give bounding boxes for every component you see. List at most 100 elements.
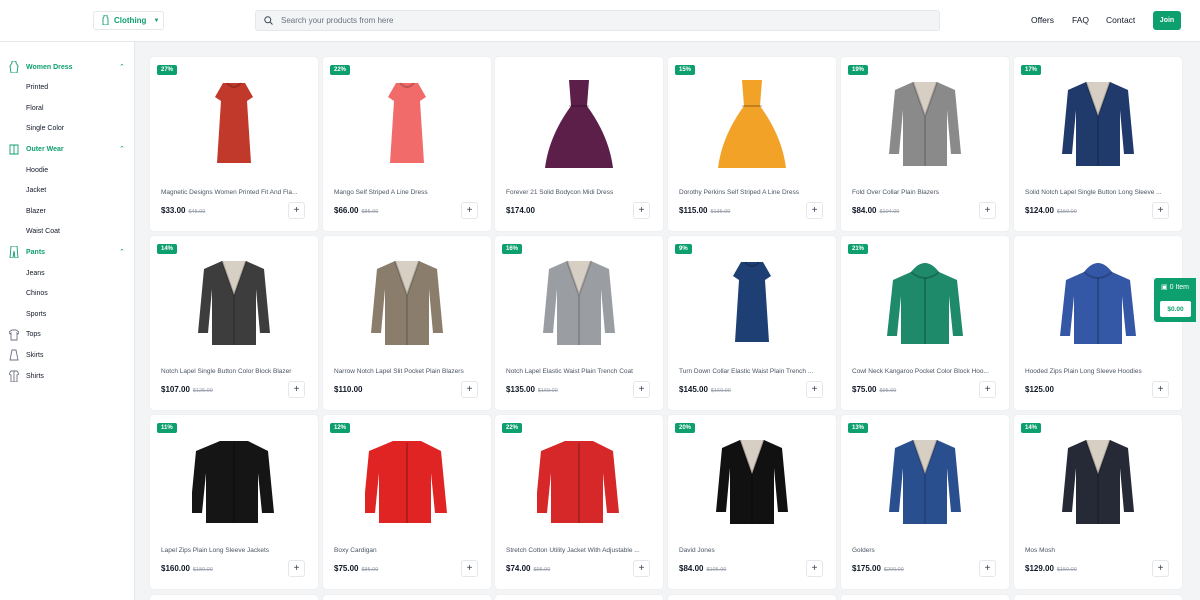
add-to-cart-button[interactable]: +: [633, 381, 650, 398]
sidebar-item-women-dress[interactable]: Women Dress ⌃: [0, 57, 135, 77]
product-image[interactable]: [1048, 427, 1148, 537]
sidebar-item-skirts[interactable]: Skirts: [0, 345, 135, 365]
add-to-cart-button[interactable]: +: [288, 202, 305, 219]
sidebar-item-outer-wear[interactable]: Outer Wear ⌃: [0, 139, 135, 159]
add-to-cart-button[interactable]: +: [1152, 202, 1169, 219]
product-card[interactable]: 27% Magnetic Designs Women Printed Fit An…: [150, 57, 318, 231]
product-card[interactable]: 16% Notch Lapel Elastic Waist Plain Trenc…: [495, 236, 663, 410]
product-card[interactable]: 14% Mos Mosh $129.00 $150.00 +: [1014, 415, 1182, 589]
add-to-cart-button[interactable]: +: [461, 560, 478, 577]
join-button[interactable]: Join: [1153, 11, 1181, 30]
product-image[interactable]: [702, 69, 802, 179]
cart-widget[interactable]: ▣ 0 Item $0.00: [1154, 278, 1196, 322]
product-name[interactable]: Fold Over Collar Plain Blazers: [852, 189, 1000, 196]
product-name[interactable]: Hooded Zips Plain Long Sleeve Hoodies: [1025, 368, 1173, 375]
product-card[interactable]: [1014, 595, 1182, 600]
sidebar-item-chinos[interactable]: Chinos: [0, 284, 135, 304]
add-to-cart-button[interactable]: +: [461, 381, 478, 398]
sidebar-item-blazer[interactable]: Blazer: [0, 201, 135, 221]
search-bar[interactable]: [255, 10, 940, 31]
sidebar-item-printed[interactable]: Printed: [0, 78, 135, 98]
product-card[interactable]: [323, 595, 491, 600]
product-card[interactable]: [150, 595, 318, 600]
product-name[interactable]: Stretch Cotton Utility Jacket With Adjus…: [506, 547, 654, 554]
add-to-cart-button[interactable]: +: [979, 381, 996, 398]
product-image[interactable]: [184, 69, 284, 179]
product-name[interactable]: Notch Lapel Single Button Color Block Bl…: [161, 368, 309, 375]
product-card[interactable]: 20% David Jones $84.00 $105.00 +: [668, 415, 836, 589]
add-to-cart-button[interactable]: +: [806, 560, 823, 577]
sidebar-item-pants[interactable]: Pants ⌃: [0, 242, 135, 262]
nav-faq[interactable]: FAQ: [1072, 15, 1089, 25]
product-image[interactable]: [1048, 69, 1148, 179]
product-card[interactable]: 14% Notch Lapel Single Button Color Block…: [150, 236, 318, 410]
product-name[interactable]: Turn Down Collar Elastic Waist Plain Tre…: [679, 368, 827, 375]
add-to-cart-button[interactable]: +: [633, 560, 650, 577]
add-to-cart-button[interactable]: +: [806, 202, 823, 219]
product-image[interactable]: [357, 69, 457, 179]
add-to-cart-button[interactable]: +: [1152, 381, 1169, 398]
add-to-cart-button[interactable]: +: [461, 202, 478, 219]
product-image[interactable]: [529, 69, 629, 179]
product-card[interactable]: [668, 595, 836, 600]
product-card[interactable]: 22% Mango Self Striped A Line Dress $66.00…: [323, 57, 491, 231]
product-name[interactable]: Mango Self Striped A Line Dress: [334, 189, 482, 196]
category-selector[interactable]: Clothing ▼: [93, 11, 164, 30]
sidebar-item-floral[interactable]: Floral: [0, 98, 135, 118]
product-card[interactable]: 17% Solid Notch Lapel Single Button Long …: [1014, 57, 1182, 231]
product-card[interactable]: Narrow Notch Lapel Slit Pocket Plain Bla…: [323, 236, 491, 410]
add-to-cart-button[interactable]: +: [806, 381, 823, 398]
product-card[interactable]: 12% Boxy Cardigan $75.00 $85.00 +: [323, 415, 491, 589]
product-name[interactable]: Forever 21 Solid Bodycon Midi Dress: [506, 189, 654, 196]
product-image[interactable]: [529, 427, 629, 537]
add-to-cart-button[interactable]: +: [633, 202, 650, 219]
sidebar-item-sports[interactable]: Sports: [0, 304, 135, 324]
product-image[interactable]: [357, 427, 457, 537]
product-image[interactable]: [702, 248, 802, 358]
product-card[interactable]: 15% Dorothy Perkins Self Striped A Line D…: [668, 57, 836, 231]
product-card[interactable]: 9% Turn Down Collar Elastic Waist Plain T…: [668, 236, 836, 410]
product-card[interactable]: [841, 595, 1009, 600]
sidebar-item-waist-coat[interactable]: Waist Coat: [0, 222, 135, 242]
product-name[interactable]: Narrow Notch Lapel Slit Pocket Plain Bla…: [334, 368, 482, 375]
sidebar-item-shirts[interactable]: Shirts: [0, 366, 135, 386]
add-to-cart-button[interactable]: +: [979, 202, 996, 219]
chevron-up-icon[interactable]: ⌃: [119, 145, 125, 153]
product-card[interactable]: Hooded Zips Plain Long Sleeve Hoodies $12…: [1014, 236, 1182, 410]
product-name[interactable]: Golders: [852, 547, 1000, 554]
nav-offers[interactable]: Offers: [1031, 15, 1054, 25]
product-name[interactable]: Mos Mosh: [1025, 547, 1173, 554]
product-image[interactable]: [875, 69, 975, 179]
add-to-cart-button[interactable]: +: [288, 381, 305, 398]
product-card[interactable]: [495, 595, 663, 600]
chevron-up-icon[interactable]: ⌃: [119, 63, 125, 71]
product-image[interactable]: [702, 427, 802, 537]
add-to-cart-button[interactable]: +: [979, 560, 996, 577]
product-card[interactable]: 22% Stretch Cotton Utility Jacket With Ad…: [495, 415, 663, 589]
product-image[interactable]: [875, 248, 975, 358]
product-name[interactable]: Cowl Neck Kangaroo Pocket Color Block Ho…: [852, 368, 1000, 375]
product-name[interactable]: Dorothy Perkins Self Striped A Line Dres…: [679, 189, 827, 196]
product-image[interactable]: [184, 248, 284, 358]
product-image[interactable]: [184, 427, 284, 537]
add-to-cart-button[interactable]: +: [288, 560, 305, 577]
add-to-cart-button[interactable]: +: [1152, 560, 1169, 577]
product-card[interactable]: 13% Golders $175.00 $200.00 +: [841, 415, 1009, 589]
product-name[interactable]: Solid Notch Lapel Single Button Long Sle…: [1025, 189, 1173, 196]
product-image[interactable]: [1048, 248, 1148, 358]
product-image[interactable]: [529, 248, 629, 358]
product-card[interactable]: 11% Lapel Zips Plain Long Sleeve Jackets $…: [150, 415, 318, 589]
product-card[interactable]: 21% Cowl Neck Kangaroo Pocket Color Block…: [841, 236, 1009, 410]
product-name[interactable]: Boxy Cardigan: [334, 547, 482, 554]
sidebar-item-single-color[interactable]: Single Color: [0, 119, 135, 139]
product-name[interactable]: Lapel Zips Plain Long Sleeve Jackets: [161, 547, 309, 554]
product-image[interactable]: [357, 248, 457, 358]
product-name[interactable]: Magnetic Designs Women Printed Fit And F…: [161, 189, 309, 196]
product-card[interactable]: 19% Fold Over Collar Plain Blazers $84.00 $…: [841, 57, 1009, 231]
product-name[interactable]: Notch Lapel Elastic Waist Plain Trench C…: [506, 368, 654, 375]
sidebar-item-hoodie[interactable]: Hoodie: [0, 160, 135, 180]
product-card[interactable]: Forever 21 Solid Bodycon Midi Dress $174.…: [495, 57, 663, 231]
search-input[interactable]: [281, 16, 881, 25]
nav-contact[interactable]: Contact: [1106, 15, 1135, 25]
sidebar-item-tops[interactable]: Tops: [0, 325, 135, 345]
